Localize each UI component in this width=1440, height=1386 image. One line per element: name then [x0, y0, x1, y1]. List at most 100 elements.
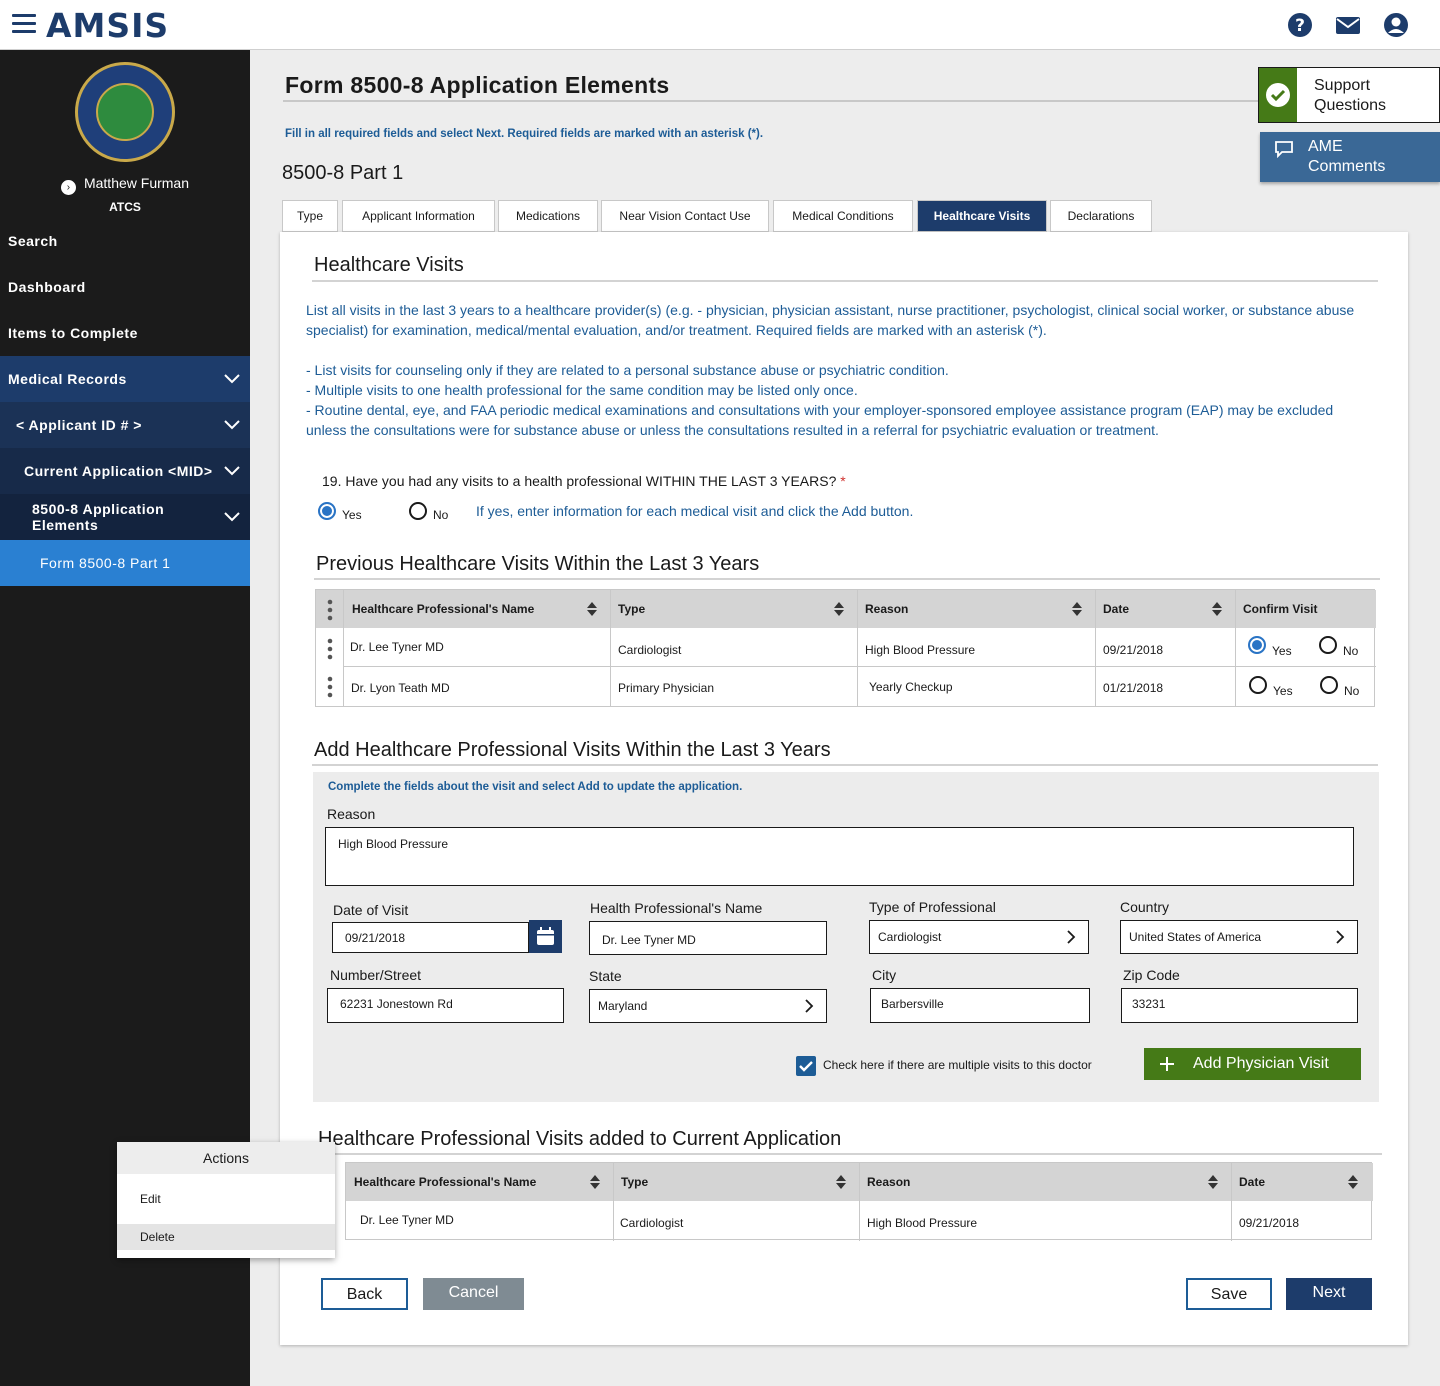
bullet-2: - Multiple visits to one health professi… [306, 382, 858, 398]
ame-comments-button[interactable]: AME Comments [1260, 132, 1440, 182]
added-divider [318, 1153, 1382, 1155]
professional-type-select[interactable]: Cardiologist [869, 920, 1089, 954]
date-input[interactable]: 09/21/2018 [332, 922, 529, 953]
row-kebab-icon[interactable] [327, 676, 333, 698]
column-header-reason[interactable]: Reason [859, 1163, 1231, 1201]
add-visits-title: Add Healthcare Professional Visits Withi… [314, 739, 831, 761]
zip-label: Zip Code [1123, 967, 1180, 983]
country-label: Country [1120, 899, 1170, 915]
confirm-no-radio[interactable] [1320, 676, 1338, 694]
user-name[interactable]: › Matthew Furman [0, 175, 250, 195]
radio-no-label: No [433, 508, 449, 522]
checkmark-icon [799, 1061, 813, 1072]
street-label: Number/Street [330, 967, 422, 983]
chevron-right-icon: › [60, 180, 76, 195]
multiple-visits-checkbox[interactable] [796, 1056, 816, 1076]
sidebar-item-current-application[interactable]: Current Application <MID> [0, 448, 250, 494]
column-header-name[interactable]: Healthcare Professional's Name [344, 590, 610, 628]
plus-icon [1160, 1057, 1174, 1071]
save-button[interactable]: Save [1186, 1278, 1272, 1310]
sidebar-item-dashboard[interactable]: Dashboard [0, 264, 250, 310]
country-select[interactable]: United States of America [1120, 920, 1358, 954]
sidebar-item-form-part1[interactable]: Form 8500-8 Part 1 [0, 540, 250, 586]
column-header-type[interactable]: Type [613, 1163, 859, 1201]
column-header-reason[interactable]: Reason [857, 590, 1095, 628]
sort-icon[interactable] [1211, 601, 1223, 617]
tab-type[interactable]: Type [282, 200, 338, 232]
add-physician-visit-button[interactable]: Add Physician Visit [1144, 1048, 1361, 1080]
mail-icon[interactable] [1335, 12, 1361, 38]
confirm-no-radio[interactable] [1319, 636, 1337, 654]
confirm-yes-radio[interactable] [1248, 636, 1266, 654]
kebab-menu-icon[interactable] [327, 599, 333, 621]
next-button[interactable]: Next [1286, 1278, 1372, 1310]
menu-item-edit[interactable]: Edit [117, 1182, 335, 1216]
street-input[interactable]: 62231 Jonestown Rd [327, 988, 564, 1023]
user-icon[interactable] [1383, 12, 1409, 38]
sort-icon[interactable] [586, 601, 598, 617]
question-19: 19. Have you had any visits to a health … [322, 473, 846, 489]
sort-icon[interactable] [835, 1174, 847, 1190]
tab-near-vision[interactable]: Near Vision Contact Use [601, 200, 769, 232]
faa-seal-logo [75, 62, 175, 162]
actions-menu-title: Actions [117, 1142, 335, 1174]
professional-name-input[interactable]: Dr. Lee Tyner MD [589, 921, 827, 955]
add-divider [312, 764, 1378, 766]
help-icon[interactable]: ? [1287, 12, 1313, 38]
sort-icon[interactable] [1347, 1174, 1359, 1190]
top-bar: AMSIS ? [0, 0, 1440, 50]
zip-input[interactable]: 33231 [1121, 988, 1358, 1023]
sidebar-item-search[interactable]: Search [0, 218, 250, 264]
calendar-button[interactable] [529, 920, 562, 953]
sort-icon[interactable] [833, 601, 845, 617]
row-kebab-icon[interactable] [327, 638, 333, 660]
back-button[interactable]: Back [321, 1278, 408, 1310]
sidebar-item-items-to-complete[interactable]: Items to Complete [0, 310, 250, 356]
confirm-yes-radio[interactable] [1249, 676, 1267, 694]
chevron-right-icon [805, 999, 814, 1013]
menu-icon[interactable] [12, 14, 36, 34]
tab-applicant-information[interactable]: Applicant Information [342, 200, 495, 232]
comment-icon [1275, 141, 1293, 158]
column-header-date[interactable]: Date [1095, 590, 1235, 628]
support-questions-button[interactable]: Support Questions [1258, 67, 1440, 123]
sidebar-item-medical-records[interactable]: Medical Records [0, 356, 250, 402]
radio-yes[interactable] [318, 502, 336, 520]
column-header-date[interactable]: Date [1231, 1163, 1371, 1201]
menu-item-delete[interactable]: Delete [117, 1224, 335, 1250]
professional-type-label: Type of Professional [869, 899, 996, 915]
user-role: ATCS [109, 200, 141, 214]
tab-medical-conditions[interactable]: Medical Conditions [773, 200, 913, 232]
title-divider [283, 100, 1258, 102]
page-instructions: Fill in all required fields and select N… [285, 128, 764, 140]
professional-name-label: Health Professional's Name [590, 900, 763, 916]
actions-menu: Actions Edit Delete [117, 1142, 335, 1258]
sort-icon[interactable] [589, 1174, 601, 1190]
sidebar-item-applicant-id[interactable]: < Applicant ID # > [0, 402, 250, 448]
sort-icon[interactable] [1071, 601, 1083, 617]
app-logo[interactable]: AMSIS [46, 6, 169, 45]
chevron-down-icon [224, 466, 240, 476]
reason-textarea[interactable]: High Blood Pressure [325, 827, 1354, 886]
tab-declarations[interactable]: Declarations [1050, 200, 1152, 232]
state-select[interactable]: Maryland [589, 989, 827, 1023]
cancel-button[interactable]: Cancel [423, 1278, 524, 1310]
tab-healthcare-visits[interactable]: Healthcare Visits [917, 200, 1047, 232]
radio-yes-label: Yes [342, 508, 362, 522]
previous-divider [314, 578, 1380, 580]
table-row: Dr. Lyon Teath MD Primary Physician Year… [344, 667, 1376, 705]
tab-medications[interactable]: Medications [498, 200, 598, 232]
city-input[interactable]: Barbersville [870, 988, 1090, 1023]
radio-no[interactable] [409, 502, 427, 520]
previous-visits-table: Healthcare Professional's Name Type Reas… [315, 589, 1376, 707]
column-header-type[interactable]: Type [610, 590, 857, 628]
sort-icon[interactable] [1207, 1174, 1219, 1190]
chevron-right-icon [1336, 930, 1345, 944]
column-header-name[interactable]: Healthcare Professional's Name [346, 1163, 613, 1201]
sidebar-item-application-elements[interactable]: 8500-8 Application Elements [0, 494, 250, 540]
previous-visits-title: Previous Healthcare Visits Within the La… [316, 553, 760, 575]
column-header-confirm: Confirm Visit [1243, 602, 1318, 616]
section-divider [312, 280, 1378, 282]
question-hint: If yes, enter information for each medic… [476, 503, 914, 519]
calendar-icon [537, 927, 554, 945]
